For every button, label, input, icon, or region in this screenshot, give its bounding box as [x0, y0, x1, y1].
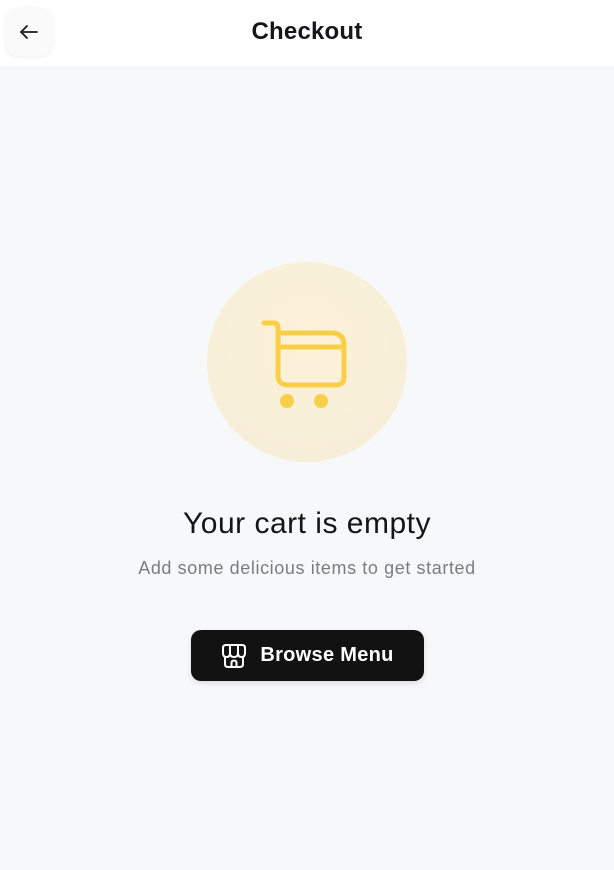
page-title: Checkout — [251, 18, 363, 45]
header: Checkout — [0, 0, 614, 66]
empty-cart-title: Your cart is empty — [183, 507, 431, 540]
shopping-cart-icon — [260, 315, 354, 409]
empty-cart-subtitle: Add some delicious items to get started — [138, 558, 476, 578]
browse-menu-button[interactable]: Browse Menu — [190, 630, 424, 681]
browse-menu-label: Browse Menu — [260, 644, 394, 666]
store-icon — [220, 642, 248, 670]
empty-cart-state: Your cart is empty Add some delicious it… — [0, 262, 614, 681]
checkout-screen: Checkout Your cart is empty Add some del… — [0, 0, 614, 870]
cart-illustration — [207, 262, 407, 462]
